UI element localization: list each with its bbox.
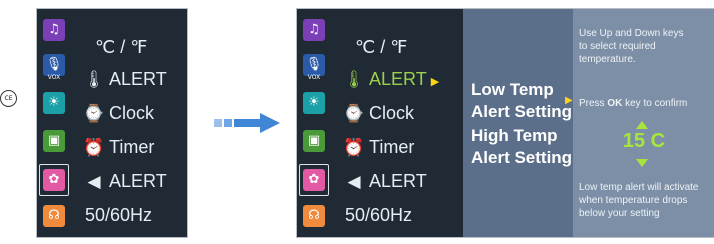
icon-column: ♫ 🎙 VOX ☀ ▣ ✿ ☊ xyxy=(297,9,331,237)
increase-arrow-icon[interactable] xyxy=(636,121,648,129)
menu-item-timer[interactable]: ⏰ Timer xyxy=(71,135,187,159)
menu-item-sound-alert[interactable]: ◀ ALERT xyxy=(331,169,447,193)
settings-menu: ℃ / ℉ 🌡 ALERT ⌚ Clock ⏰ Timer ◀ ALERT 50/60H… xyxy=(71,9,187,237)
music-icon[interactable]: ♫ xyxy=(303,19,325,41)
alert-description-1: Low temp alert will activate xyxy=(579,182,699,193)
submenu-low-temp-setting[interactable]: Alert Setting xyxy=(471,101,572,123)
menu-item-unit[interactable]: ℃ / ℉ xyxy=(331,35,447,59)
alert-submenu: Low Temp Alert Setting High Temp Alert S… xyxy=(463,9,573,237)
headphones-icon[interactable]: ☊ xyxy=(43,205,65,227)
settings-icon[interactable]: ✿ xyxy=(43,169,65,191)
alert-description-3: below your setting xyxy=(579,208,660,219)
temperature-value: 15 C xyxy=(622,130,666,152)
settings-menu: ℃ / ℉ 🌡 ALERT ▶ ⌚ Clock ⏰ Timer ◀ ALERT 50/60… xyxy=(331,9,463,237)
device-screen-after: ♫ 🎙 VOX ☀ ▣ ✿ ☊ ℃ / ℉ 🌡 ALERT ▶ ⌚ Clock ⏰ Tim… xyxy=(296,8,714,238)
submenu-arrow-icon: ▶ xyxy=(430,76,440,88)
help-text-1: Use Up and Down keys xyxy=(579,28,684,39)
brightness-icon[interactable]: ☀ xyxy=(43,92,65,114)
help-text-3: temperature. xyxy=(579,54,636,65)
display-icon[interactable]: ▣ xyxy=(303,130,325,152)
clock-icon: ⌚ xyxy=(343,104,365,123)
speaker-icon: ◀ xyxy=(87,172,101,191)
menu-item-frequency[interactable]: 50/60Hz xyxy=(331,203,447,227)
certification-badge: CE xyxy=(0,90,17,107)
transition-arrow-icon xyxy=(214,113,280,133)
settings-icon[interactable]: ✿ xyxy=(303,169,325,191)
speaker-icon: ◀ xyxy=(347,172,361,191)
vox-icon[interactable]: 🎙 VOX xyxy=(303,54,325,81)
decrease-arrow-icon[interactable] xyxy=(636,159,648,167)
vox-icon[interactable]: 🎙 VOX xyxy=(43,54,65,81)
menu-item-clock[interactable]: ⌚ Clock xyxy=(71,101,187,125)
menu-item-sound-alert[interactable]: ◀ ALERT xyxy=(71,169,187,193)
help-text-2: to select required xyxy=(579,41,656,52)
menu-item-frequency[interactable]: 50/60Hz xyxy=(71,203,187,227)
submenu-low-temp[interactable]: Low Temp xyxy=(471,79,554,101)
menu-item-temp-alert-selected[interactable]: 🌡 ALERT ▶ xyxy=(331,67,447,91)
menu-item-unit[interactable]: ℃ / ℉ xyxy=(71,35,187,59)
submenu-high-temp-setting[interactable]: Alert Setting xyxy=(471,147,572,169)
menu-item-clock[interactable]: ⌚ Clock xyxy=(331,101,447,125)
clock-icon: ⌚ xyxy=(83,104,105,123)
headphones-icon[interactable]: ☊ xyxy=(303,205,325,227)
menu-item-timer[interactable]: ⏰ Timer xyxy=(331,135,447,159)
device-screen-before: ♫ 🎙 VOX ☀ ▣ ✿ ☊ ℃ / ℉ 🌡 ALERT ⌚ Clock ⏰ Time… xyxy=(36,8,188,238)
thermometer-icon: 🌡 xyxy=(343,70,365,89)
thermometer-icon: 🌡 xyxy=(83,70,105,89)
help-panel: Use Up and Down keys to select required … xyxy=(573,9,714,237)
submenu-high-temp[interactable]: High Temp xyxy=(471,125,558,147)
menu-item-temp-alert[interactable]: 🌡 ALERT xyxy=(71,67,187,91)
icon-column: ♫ 🎙 VOX ☀ ▣ ✿ ☊ xyxy=(37,9,71,237)
music-icon[interactable]: ♫ xyxy=(43,19,65,41)
brightness-icon[interactable]: ☀ xyxy=(303,92,325,114)
display-icon[interactable]: ▣ xyxy=(43,130,65,152)
alert-description-2: when temperature drops xyxy=(579,195,688,206)
alarm-clock-icon: ⏰ xyxy=(83,138,105,157)
selection-arrow-icon: ▶ xyxy=(565,95,573,106)
confirm-instruction: Press OK key to confirm xyxy=(579,98,688,109)
alarm-clock-icon: ⏰ xyxy=(343,138,365,157)
